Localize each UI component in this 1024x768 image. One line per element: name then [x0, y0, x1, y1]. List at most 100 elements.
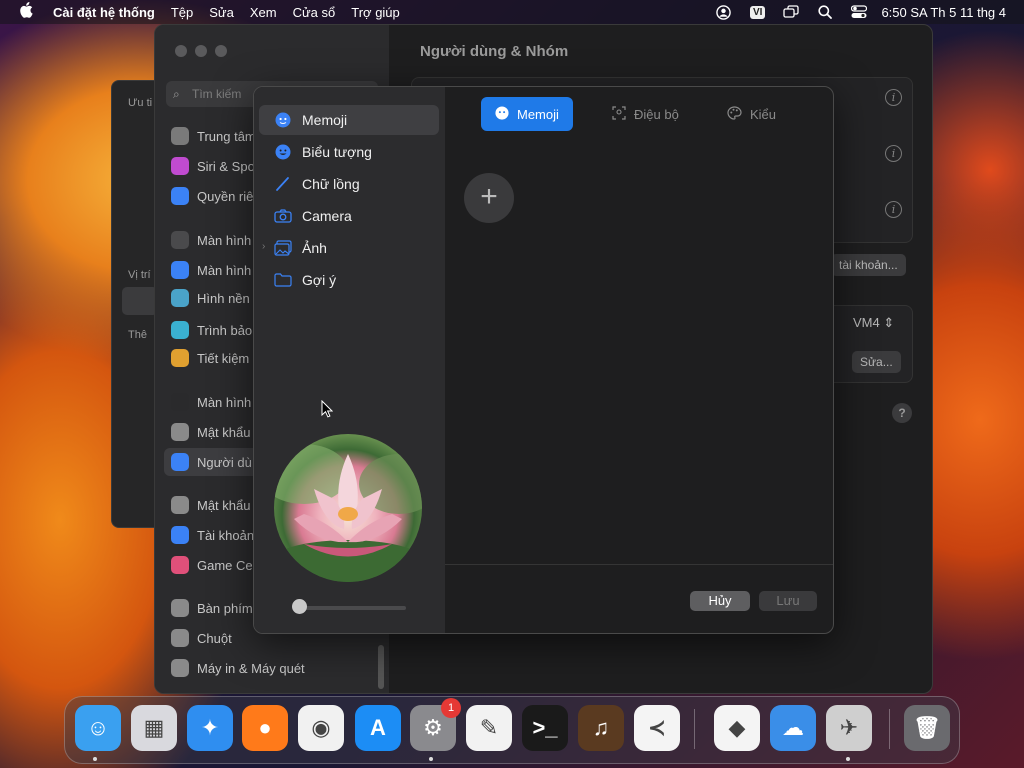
zoom-slider-knob[interactable] [292, 599, 307, 614]
sidebar-item[interactable]: Màn hình [171, 259, 251, 281]
sidebar-item-camera[interactable]: Camera [259, 201, 439, 231]
tab-label: Memoji [517, 106, 559, 122]
menu-edit[interactable]: Sửa [209, 5, 234, 20]
sidebar-item-icon [171, 629, 189, 647]
control-center-icon[interactable] [851, 4, 868, 20]
garageband-icon[interactable]: ♫ [578, 705, 624, 751]
sidebar-item[interactable]: Bàn phím [171, 597, 253, 619]
sidebar-item-photos[interactable]: Ảnh [259, 233, 439, 263]
sidebar-item-icon [171, 231, 189, 249]
menu-bar-clock[interactable]: 6:50 SA Th 5 11 thg 4 [881, 5, 1006, 20]
terminal-icon[interactable]: >_ [522, 705, 568, 751]
sidebar-item-label: Quyền riê [197, 188, 254, 204]
sidebar-item-label: Chuột [197, 630, 232, 646]
sidebar-item-icon [171, 321, 189, 339]
sidebar-item[interactable]: Trung tâm [171, 125, 256, 147]
sidebar-item[interactable]: Mật khẩu [171, 421, 250, 443]
notification-badge: 1 [441, 698, 461, 718]
photos-icon [274, 239, 292, 257]
sidebar-item-label: Mật khẩu [197, 497, 251, 513]
screen-mirroring-icon[interactable] [783, 4, 800, 20]
input-source-indicator[interactable]: VI [749, 5, 766, 19]
camera-icon [274, 207, 292, 225]
sidebar-item-icon [171, 187, 189, 205]
help-button[interactable]: ? [892, 403, 912, 423]
sidebar-item[interactable]: Hình nền [171, 287, 250, 309]
sidebar-item[interactable]: Quyền riê [171, 185, 253, 207]
sidebar-item[interactable]: Game Ce [171, 554, 253, 576]
mouse-pointer-icon [321, 400, 333, 418]
menu-help[interactable]: Trợ giúp [351, 5, 400, 20]
tab-style[interactable]: Kiểu [713, 97, 790, 131]
sidebar-item-label: Ảnh [302, 240, 327, 256]
sidebar-item[interactable]: Siri & Spo [171, 155, 255, 177]
trash-icon[interactable]: 🗑 [904, 705, 950, 751]
vscode-icon[interactable]: ≺ [634, 705, 680, 751]
menu-view[interactable]: Xem [250, 5, 277, 20]
sidebar-item-emoji[interactable]: Biểu tượng [259, 137, 439, 167]
chrome-icon[interactable]: ◉ [298, 705, 344, 751]
info-icon[interactable]: i [885, 145, 902, 162]
sidebar-item-label: Trình bảo [197, 322, 253, 338]
sidebar-item-icon [171, 599, 189, 617]
finder-icon[interactable]: ☺ [75, 705, 121, 751]
poses-icon [612, 105, 626, 123]
suggestions-icon [274, 271, 292, 289]
sidebar-item-label: Game Ce [197, 557, 253, 573]
sidebar-item-icon [171, 526, 189, 544]
automator-icon[interactable]: ✈ [826, 705, 872, 751]
visual-studio-icon[interactable]: ◆ [714, 705, 760, 751]
spotlight-search-icon[interactable] [817, 4, 833, 20]
palette-icon [727, 105, 742, 123]
sidebar-item[interactable]: Máy in & Máy quét [171, 657, 305, 679]
firefox-icon[interactable]: ● [242, 705, 288, 751]
sidebar-item-label: Mật khẩu [197, 424, 251, 440]
sidebar-scrollbar[interactable] [378, 645, 384, 689]
tab-memoji[interactable]: Memoji [481, 97, 573, 131]
sidebar-item[interactable]: Tài khoản [171, 524, 254, 546]
info-icon[interactable]: i [885, 89, 902, 106]
minimize-button[interactable] [195, 45, 207, 57]
sidebar-item[interactable]: Trình bảo [171, 319, 252, 341]
search-icon: ⌕ [173, 87, 180, 101]
tab-poses[interactable]: Điệu bộ [598, 97, 693, 131]
info-icon[interactable]: i [885, 201, 902, 218]
vm-popup[interactable]: VM4 ⇕ [853, 315, 894, 331]
sidebar-item-label: Siri & Spo [197, 158, 255, 174]
apple-menu-icon[interactable] [18, 2, 34, 22]
sidebar-item[interactable]: Màn hình [171, 229, 251, 251]
zoom-button[interactable] [215, 45, 227, 57]
sidebar-item-icon [171, 659, 189, 677]
add-memoji-button[interactable]: + [464, 173, 514, 223]
cancel-button[interactable]: Hủy [690, 591, 750, 611]
app-store-icon[interactable]: A [355, 705, 401, 751]
avatar-preview[interactable] [274, 434, 422, 582]
sidebar-item-memoji[interactable]: Memoji [259, 105, 439, 135]
sidebar-item-icon [171, 556, 189, 574]
sidebar-item-icon [171, 423, 189, 441]
sidebar-item-icon [171, 453, 189, 471]
sidebar-item-icon [171, 349, 189, 367]
safari-icon[interactable]: ✦ [187, 705, 233, 751]
sidebar-item-monogram[interactable]: Chữ lồng [259, 169, 439, 199]
sidebar-item-suggestions[interactable]: Gợi ý [259, 265, 439, 295]
sidebar-item[interactable]: Chuột [171, 627, 232, 649]
menu-bar: Cài đặt hệ thống Tệp Sửa Xem Cửa sổ Trợ … [0, 0, 1024, 24]
save-button[interactable]: Lưu [759, 591, 817, 611]
edit-button[interactable]: Sửa... [852, 351, 901, 373]
user-account-icon[interactable] [716, 4, 732, 20]
zoom-slider[interactable] [294, 606, 406, 610]
sidebar-item[interactable]: Màn hình [171, 391, 251, 413]
running-indicator [846, 757, 850, 761]
sidebar-item[interactable]: Tiết kiệm [171, 347, 249, 369]
close-button[interactable] [175, 45, 187, 57]
sidebar-item-icon [171, 289, 189, 307]
menu-window[interactable]: Cửa sổ [293, 5, 336, 20]
menu-file[interactable]: Tệp [171, 5, 193, 20]
launchpad-icon[interactable]: ▦ [131, 705, 177, 751]
textedit-icon[interactable]: ✎ [466, 705, 512, 751]
sidebar-item[interactable]: Mật khẩu [171, 494, 250, 516]
add-account-button[interactable]: tài khoản... [831, 254, 906, 276]
app-menu[interactable]: Cài đặt hệ thống [53, 5, 155, 20]
weather-icon[interactable]: ☁ [770, 705, 816, 751]
